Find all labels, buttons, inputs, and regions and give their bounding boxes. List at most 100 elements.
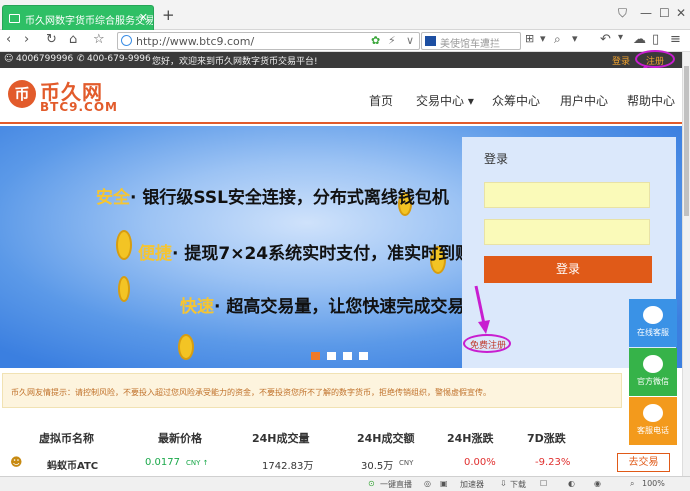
online-service-button[interactable]: 在线客服 [629,299,677,347]
speed-icon[interactable]: ✿ [371,34,380,47]
news-icon [425,36,436,46]
coin-icon: ☻ [10,455,23,469]
page-favicon-icon [9,14,20,23]
column-header-name: 虚拟币名称 [39,432,94,445]
banner-dot[interactable] [359,352,368,360]
nav-help-center[interactable]: 帮助中心 [627,92,675,109]
nav-user-center[interactable]: 用户中心 [560,92,608,109]
column-header-change-7d: 7D涨跌 [527,432,566,445]
phone-icon[interactable]: ▯ [652,32,659,47]
phone-handset-icon [643,404,663,422]
qq-penguin-icon [643,306,663,324]
search-engine-icon[interactable]: ▾ [540,32,546,45]
tab-title: 币久网数字货币综合服务交易平 [25,16,154,27]
reload-icon[interactable]: ↻ [46,32,57,47]
gold-coin-image [118,276,130,302]
official-wechat-button[interactable]: 官方微信 [629,348,677,396]
annotation-circle-free-register [463,334,511,353]
coin-volume: 1742.83万 [262,461,314,472]
zoom-level[interactable]: 100% [642,479,665,488]
download-icon: ⇩ [500,479,507,488]
undo-icon[interactable]: ↶ [600,32,611,47]
cloud-icon[interactable]: ☁ [633,32,646,47]
nav-trade-center[interactable]: 交易中心 ▾ [416,92,474,109]
slogan-security: 安全· 银行级SSL安全连接，分布式离线钱包机 [96,183,449,208]
login-panel-title: 登录 [484,152,509,166]
status-download[interactable]: 下载 [510,479,526,490]
maximize-icon[interactable]: ☐ [659,6,670,20]
browser-nav-bar: ‹ › ↻ ⌂ ☆ http://www.btc9.com/ ✿ ⚡ ∨ 美使馆… [0,30,690,52]
browser-status-bar: ⊙ 一键直播 ◎ ▣ 加速器 ⇩ 下载 ☐ ◐ ◉ ⌕ 100% [0,476,690,491]
wechat-icon [643,355,663,373]
vertical-scrollbar[interactable] [682,52,690,476]
slogan-speed: 快速· 超高交易量，让您快速完成交易 [180,292,464,317]
bookmark-star-icon[interactable]: ☆ [93,32,105,47]
slogan-convenience: 便捷· 提现7×24系统实时支付，准实时到账制 [138,239,489,264]
forward-icon[interactable]: › [24,32,29,47]
back-icon[interactable]: ‹ [6,32,11,47]
service-phone-button[interactable]: 客服电话 [629,397,677,445]
username-input[interactable] [484,182,650,208]
coin-change-24h: 0.00% [464,457,496,468]
logo-coin-icon[interactable]: 币 [8,80,36,108]
close-window-icon[interactable]: ✕ [676,6,686,20]
online-service-label: 在线客服 [637,328,669,337]
menu-icon[interactable]: ≡ [670,32,681,47]
official-wechat-label: 官方微信 [637,377,669,386]
new-tab-button[interactable]: + [162,6,175,24]
skin-icon[interactable]: ⛉ [618,6,627,21]
tab-close-icon[interactable]: ✕ [139,11,148,24]
globe-icon [121,35,132,46]
search-input[interactable]: 美使馆车遭拦 [440,35,500,50]
service-phone-label: 客服电话 [637,426,669,435]
slogan-security-text: · 银行级SSL安全连接，分布式离线钱包机 [130,188,449,208]
address-url: http://www.btc9.com/ [136,35,255,48]
slogan-convenience-text: · 提现7×24系统实时支付，准实时到账制 [172,244,490,264]
password-input[interactable] [484,219,650,245]
search-box[interactable]: 美使馆车遭拦 [421,32,521,50]
coin-name[interactable]: 蚂蚁币ATC [47,457,98,472]
dropdown-chevron-icon[interactable]: ∨ [406,34,414,47]
telephone-icon: ✆ [77,54,85,64]
slogan-convenience-key: 便捷 [138,244,172,264]
home-icon[interactable]: ⌂ [69,32,77,47]
status-icon-a[interactable]: ◎ [424,479,431,488]
status-icon-d[interactable]: ◐ [568,479,575,488]
coin-price-unit: CNY ↑ [186,459,209,467]
scrollbar-thumb[interactable] [684,66,689,216]
mode-switch-icon[interactable]: ⚡ [388,34,396,47]
status-icon-e[interactable]: ◉ [594,479,601,488]
minimize-icon[interactable]: — [640,6,652,20]
slogan-speed-text: · 超高交易量，让您快速完成交易 [214,297,465,317]
go-trade-button[interactable]: 去交易 [617,453,670,472]
undo-dropdown-icon[interactable]: ▾ [618,32,623,43]
login-submit-button[interactable]: 登录 [484,256,652,283]
address-bar[interactable]: http://www.btc9.com/ ✿ ⚡ ∨ [117,32,420,50]
slogan-security-key: 安全 [96,188,130,208]
banner-dot-active[interactable] [311,352,320,360]
nav-crowdfunding[interactable]: 众筹中心 [492,92,540,109]
phone-number-secondary: 400-679-9996 [87,54,151,64]
welcome-text: 您好，欢迎来到币久网数字货币交易平台! [152,57,318,67]
banner-dot[interactable] [327,352,336,360]
browser-tab-active[interactable]: 币久网数字货币综合服务交易平 ✕ [2,5,154,30]
status-icon-c[interactable]: ☐ [540,479,547,488]
search-icon[interactable]: ⌕ [554,32,561,47]
gold-coin-image [178,334,194,360]
search-dropdown-icon[interactable]: ▾ [572,32,578,45]
grid-icon[interactable]: ⊞ [525,32,534,45]
risk-notice: 币久网友情提示：请控制风险，不要投入超过您风险承受能力的资金，不要投资您所不了解… [2,373,622,408]
qq-icon: ☺ [4,54,14,64]
coin-price: 0.0177 [145,457,180,468]
column-header-change-24h: 24H涨跌 [447,432,494,445]
slogan-speed-key: 快速 [180,297,214,317]
banner-dot[interactable] [343,352,352,360]
column-header-volume: 24H成交量 [252,432,310,445]
annotation-arrow-free-register [474,285,490,334]
zoom-icon: ⌕ [630,479,635,488]
site-header: 币 币久网 BTC9.COM 首页 交易中心 ▾ 众筹中心 用户中心 帮助中心 [0,68,682,124]
nav-home[interactable]: 首页 [369,92,393,109]
status-accelerator[interactable]: 加速器 [460,479,484,490]
status-live[interactable]: 一键直播 [380,479,412,490]
status-icon-b[interactable]: ▣ [440,479,448,488]
